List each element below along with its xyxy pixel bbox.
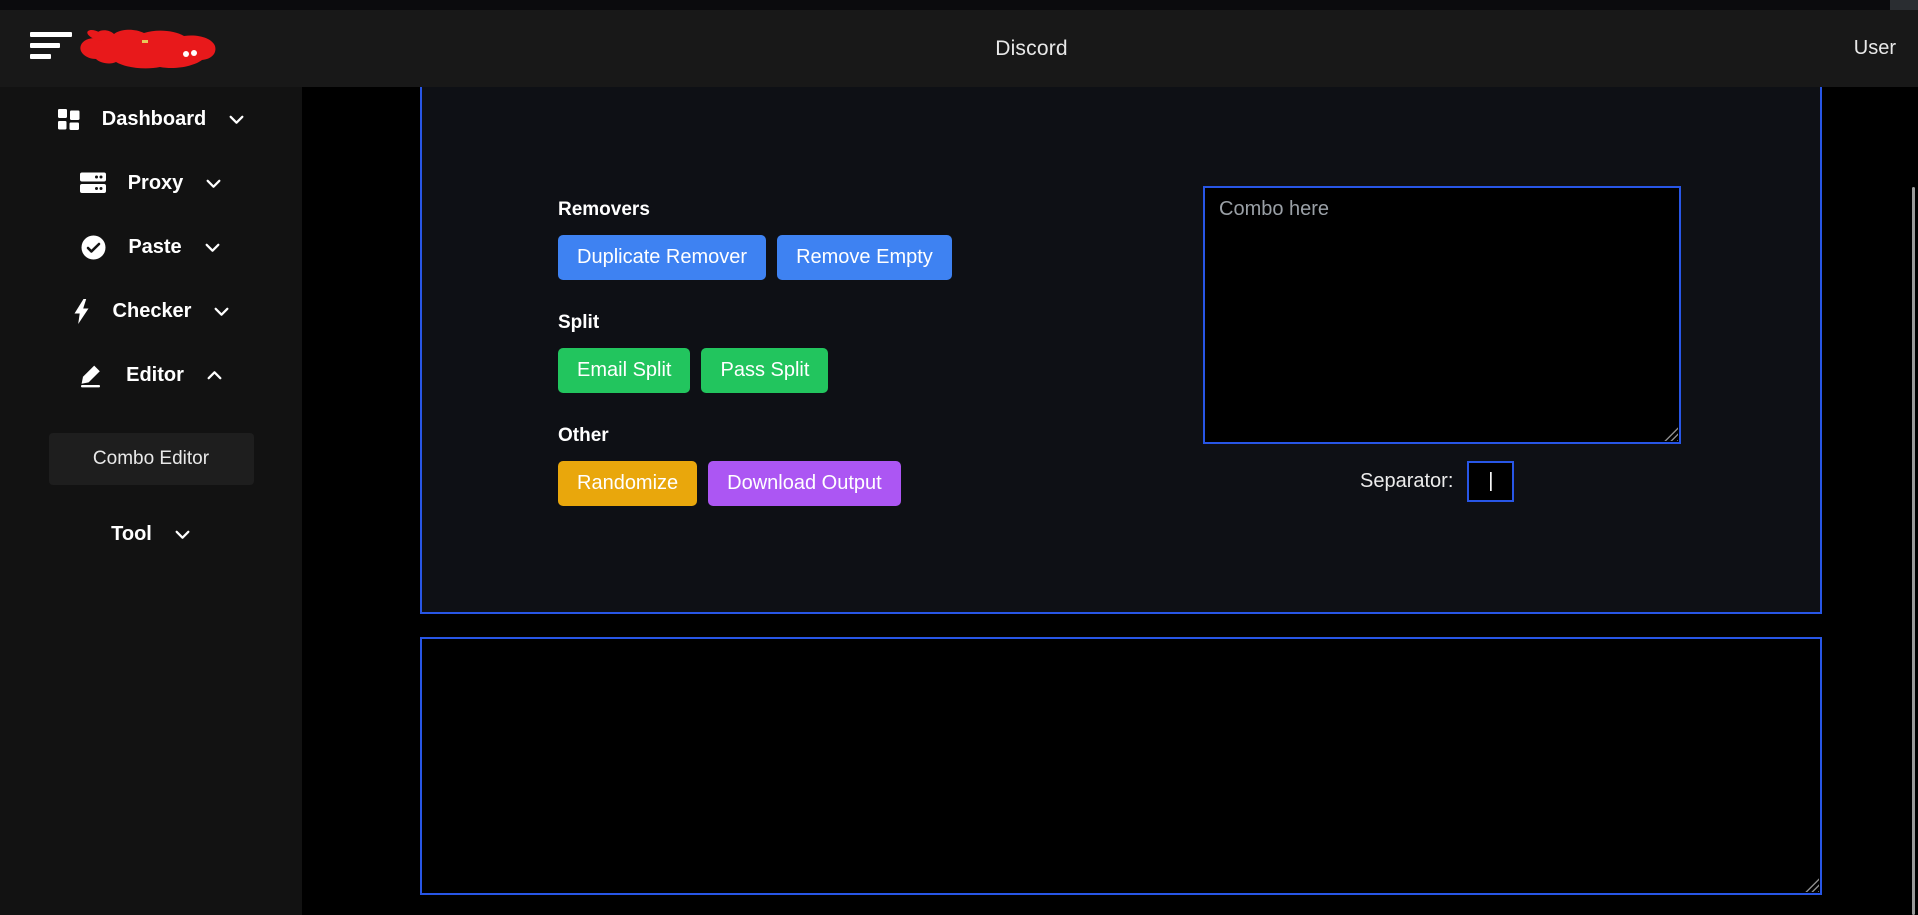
combo-input-wrapper (1203, 186, 1681, 444)
sidebar-item-checker[interactable]: Checker (0, 279, 302, 343)
server-stack-icon (79, 172, 106, 193)
output-panel (420, 637, 1822, 895)
sidebar-item-paste[interactable]: Paste (0, 215, 302, 279)
split-section: Split Email Split Pass Split (558, 312, 952, 393)
pencil-icon (81, 365, 101, 387)
chevron-down-icon (205, 243, 220, 252)
chevron-down-icon (229, 115, 244, 124)
user-menu[interactable]: User (1854, 10, 1896, 87)
lightning-bolt-icon (74, 298, 89, 324)
other-section: Other Randomize Download Output (558, 425, 952, 506)
separator-row: Separator: (1360, 461, 1515, 502)
sidebar-item-label: Editor (126, 363, 184, 386)
window-top-corner (1890, 0, 1918, 10)
combo-input-textarea[interactable] (1203, 186, 1681, 444)
section-title: Split (558, 312, 600, 333)
sidebar-item-label: Proxy (127, 171, 184, 194)
pass-split-button[interactable]: Pass Split (701, 348, 829, 393)
sidebar: Dashboard Proxy Paste Checker Editor Com… (0, 87, 302, 915)
separator-label: Separator: (1360, 470, 1454, 492)
chevron-down-icon (175, 530, 190, 539)
sidebar-item-tool[interactable]: Tool (0, 502, 302, 566)
chevron-down-icon (206, 179, 221, 188)
chevron-down-icon (215, 307, 229, 316)
sidebar-item-label: Dashboard (101, 107, 207, 130)
section-title: Other (558, 425, 609, 446)
remove-empty-button[interactable]: Remove Empty (777, 235, 952, 280)
dashboard-grid-icon (57, 108, 80, 130)
sidebar-item-label: Paste (128, 235, 182, 258)
sidebar-subitem-combo-editor[interactable]: Combo Editor (48, 433, 254, 485)
email-split-button[interactable]: Email Split (558, 348, 691, 393)
top-navbar: Discord User (0, 10, 1918, 87)
removers-section: Removers Duplicate Remover Remove Empty (558, 199, 952, 280)
sidebar-item-label: Tool (111, 522, 152, 545)
section-title: Removers (558, 199, 650, 220)
combo-editor-panel: Removers Duplicate Remover Remove Empty … (420, 87, 1822, 614)
sidebar-item-label: Checker (112, 299, 192, 322)
duplicate-remover-button[interactable]: Duplicate Remover (558, 235, 767, 280)
main-content: Removers Duplicate Remover Remove Empty … (302, 87, 1918, 915)
window-top-strip (0, 0, 1918, 10)
sidebar-item-proxy[interactable]: Proxy (0, 151, 302, 215)
sidebar-item-dashboard[interactable]: Dashboard (0, 87, 302, 151)
randomize-button[interactable]: Randomize (558, 461, 698, 506)
editor-tools: Removers Duplicate Remover Remove Empty … (558, 199, 952, 538)
page-scrollbar[interactable] (1912, 187, 1915, 915)
page-title: Discord (995, 36, 1068, 60)
sidebar-item-editor[interactable]: Editor (0, 343, 302, 407)
output-textarea[interactable] (420, 637, 1822, 895)
download-output-button[interactable]: Download Output (708, 461, 901, 506)
chevron-up-icon (207, 370, 222, 379)
check-circle-icon (81, 235, 106, 259)
separator-input[interactable] (1467, 461, 1515, 502)
